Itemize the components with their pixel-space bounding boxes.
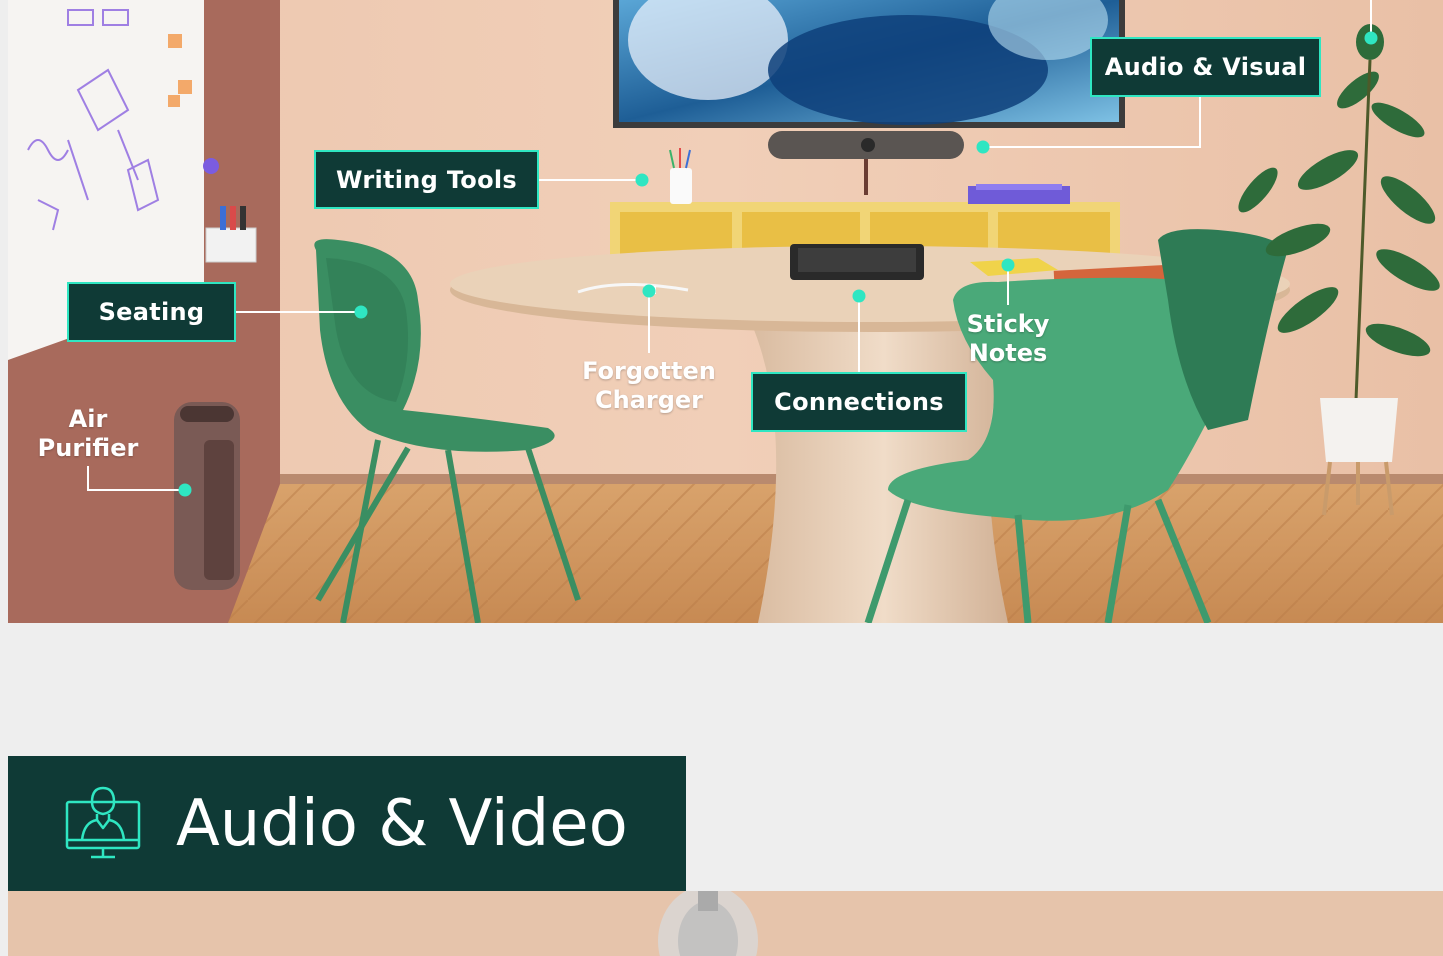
hotspot-dot-audio-visual[interactable] — [976, 140, 990, 154]
section-title: Audio & Video — [176, 787, 628, 861]
audio-visual-label[interactable]: Audio & Visual — [1090, 37, 1321, 97]
sticky-notes-label[interactable]: Sticky Notes — [948, 310, 1068, 368]
seating-connector — [235, 311, 361, 313]
hotspot-dot-seating[interactable] — [354, 305, 368, 319]
audio-visual-connector — [1199, 96, 1201, 148]
air-purifier-connector-v — [87, 466, 89, 490]
section-header: Audio & Video — [8, 756, 686, 891]
air-purifier-connector-h — [87, 489, 184, 491]
presenter-monitor-icon — [65, 786, 141, 859]
next-image-preview — [8, 891, 1443, 956]
writing-tools-label[interactable]: Writing Tools — [314, 150, 539, 209]
air-purifier-label[interactable]: Air Purifier — [26, 405, 150, 463]
hotspot-dot-sticky-notes[interactable] — [1001, 258, 1015, 272]
connections-label[interactable]: Connections — [751, 372, 967, 432]
forgotten-charger-label[interactable]: Forgotten Charger — [572, 357, 726, 415]
charger-connector — [648, 291, 650, 353]
hotspot-dot-air-purifier[interactable] — [178, 483, 192, 497]
audio-visual-connector-h — [983, 146, 1201, 148]
hotspot-dot-plant[interactable] — [1364, 31, 1378, 45]
next-section-image — [8, 891, 1443, 956]
hotspot-dot-writing-tools[interactable] — [635, 173, 649, 187]
seating-label[interactable]: Seating — [67, 282, 236, 342]
writing-tools-connector — [538, 179, 642, 181]
hotspot-dot-charger[interactable] — [642, 284, 656, 298]
connections-connector — [858, 296, 860, 374]
hotspot-dot-connections[interactable] — [852, 289, 866, 303]
